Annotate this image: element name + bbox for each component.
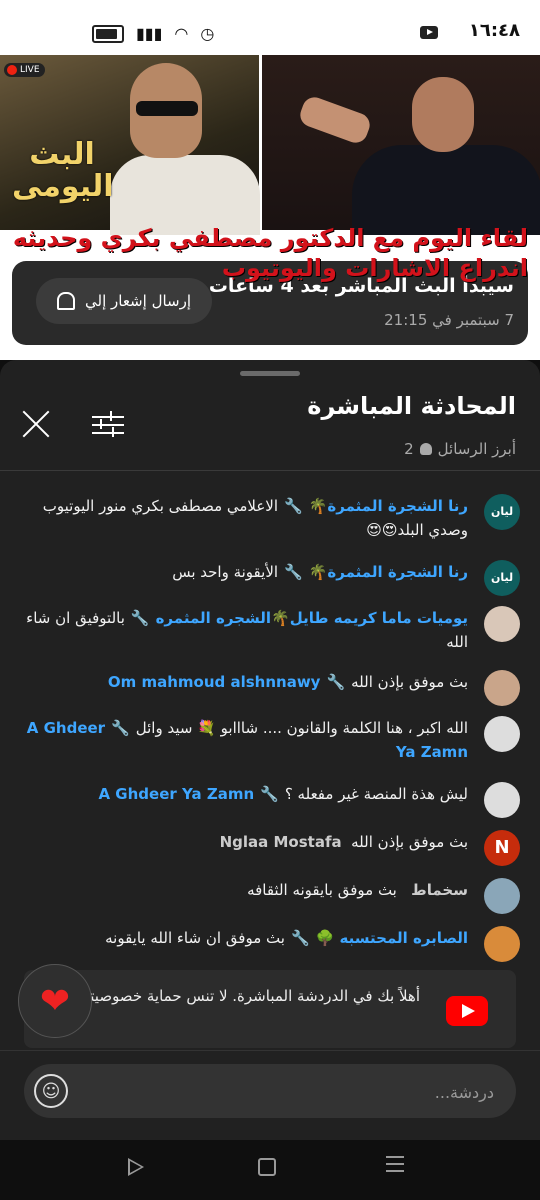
avatar[interactable]: ليان <box>484 494 520 530</box>
video-player[interactable]: البث اليومى LIVE لقاء اليوم مع الدكتور م… <box>0 55 540 360</box>
close-icon[interactable] <box>20 408 52 440</box>
chat-text: بث موفق بإذن الله <box>351 673 468 691</box>
chat-filter-label: أبرز الرسائل <box>437 440 516 458</box>
wrench-icon: 🔧 <box>130 609 150 627</box>
show-logo: البث اليومى <box>12 137 114 204</box>
divider <box>0 1050 540 1051</box>
avatar[interactable] <box>484 670 520 706</box>
chat-message: ليان رنا الشجرة المثمرة🌴 🔧 الأيقونة واحد ب… <box>14 560 520 596</box>
chat-text: ليش هذة المنصة غير مفعله ؟ <box>284 785 468 803</box>
status-bar: ▮▮▮ ◠ ◷ ١٦:٤٨ <box>0 0 540 55</box>
live-badge: LIVE <box>4 63 45 77</box>
chat-text: بث موفق بايقونه الثقافه <box>247 881 397 899</box>
youtube-logo-icon <box>446 996 488 1026</box>
bell-icon <box>57 292 75 310</box>
chat-message-list[interactable]: ليان رنا الشجرة المثمرة🌴🔧الاعلامي مصطفى … <box>0 472 540 962</box>
chat-message: ليان رنا الشجرة المثمرة🌴🔧الاعلامي مصطفى … <box>14 494 520 542</box>
avatar[interactable] <box>484 716 520 752</box>
wrench-icon: 🔧 <box>284 497 303 515</box>
heart-icon: ❤ <box>39 980 71 1022</box>
host-suit <box>352 145 540 235</box>
chat-message: سخماط بث موفق بايقونه الثقافه <box>14 878 520 914</box>
chat-message: ليش هذة المنصة غير مفعله ؟ 🔧 A Ghdeer Ya Z… <box>14 782 520 818</box>
avatar[interactable]: ليان <box>484 560 520 596</box>
live-chat-panel: المحادثة المباشرة أبرز الرسائل 2 ليان رن… <box>0 360 540 1200</box>
divider <box>0 470 540 471</box>
notify-me-button[interactable]: إرسال إشعار إلي <box>36 278 212 324</box>
video-frame-left: البث اليومى LIVE <box>0 55 260 235</box>
chat-message: يوميات ماما كريمه طايل🌴الشجره المثمره🔧با… <box>14 606 520 654</box>
chat-author[interactable]: رنا الشجرة المثمرة🌴 <box>309 497 468 515</box>
signal-icon: ▮▮▮ <box>136 24 163 43</box>
chat-author[interactable]: يوميات ماما كريمه طايل🌴الشجره المثمره <box>156 609 468 627</box>
system-nav-bar <box>0 1140 540 1200</box>
chat-author[interactable]: سخماط <box>411 881 468 899</box>
chat-message: بث موفق بإذن الله 🔧 Om mahmoud alshnnawy <box>14 670 520 706</box>
notify-button-label: إرسال إشعار إلي <box>85 292 192 310</box>
chat-author[interactable]: الصابره المحتسبه 🌳 <box>316 929 468 947</box>
upcoming-stream-date: 7 سبتمبر في 21:15 <box>384 311 514 329</box>
video-overlay-title: لقاء اليوم مع الدكتور مصطفي بكري وحديثه … <box>12 224 528 282</box>
emoji-icon[interactable]: ☺ <box>34 1074 68 1108</box>
host-head <box>412 77 474 152</box>
chat-text: الأيقونة واحد بس <box>172 563 279 581</box>
chat-title: المحادثة المباشرة <box>307 392 516 420</box>
chat-author[interactable]: Nglaa Mostafa <box>220 833 342 851</box>
welcome-banner: أهلاً بك في الدردشة المباشرة. لا تنس حما… <box>24 970 516 1048</box>
chat-author[interactable]: Om mahmoud alshnnawy <box>108 673 321 691</box>
drag-handle[interactable] <box>240 371 300 376</box>
status-time: ١٦:٤٨ <box>468 20 520 41</box>
avatar[interactable] <box>484 606 520 642</box>
chat-message: الصابره المحتسبه 🌳 🔧 بث موفق ان شاء الله ي… <box>14 926 520 962</box>
wrench-icon: 🔧 <box>326 673 346 691</box>
avatar[interactable] <box>484 926 520 962</box>
host-arm <box>296 93 374 147</box>
home-icon[interactable] <box>258 1158 276 1176</box>
chat-filter[interactable]: أبرز الرسائل 2 <box>404 440 516 458</box>
avatar[interactable]: N <box>484 830 520 866</box>
chat-text: الله اكبر ، هنا الكلمة والقانون .... شاا… <box>135 719 468 737</box>
wifi-icon: ◠ <box>174 24 189 43</box>
heart-reaction-button[interactable]: ❤ <box>18 964 92 1038</box>
chat-message: الله اكبر ، هنا الكلمة والقانون .... شاا… <box>14 716 520 764</box>
back-icon[interactable] <box>128 1158 144 1176</box>
battery-icon <box>92 24 124 43</box>
alarm-icon: ◷ <box>200 24 215 43</box>
viewer-count: 2 <box>404 440 414 458</box>
chat-input[interactable] <box>92 1064 496 1120</box>
recent-apps-icon[interactable] <box>386 1156 404 1177</box>
chat-input-box[interactable]: ☺ <box>24 1064 516 1120</box>
video-frame-right <box>262 55 540 235</box>
chat-text: بث موفق ان شاء الله يايقونه <box>105 929 285 947</box>
guest-sunglasses <box>136 101 198 116</box>
youtube-notification-icon <box>420 26 438 39</box>
person-icon <box>419 443 432 455</box>
chat-author[interactable]: A Ghdeer Ya Zamn <box>98 785 254 803</box>
chat-author[interactable]: رنا الشجرة المثمرة🌴 <box>309 563 468 581</box>
wrench-icon: 🔧 <box>260 785 279 803</box>
avatar[interactable] <box>484 782 520 818</box>
chat-text: بث موفق بإذن الله <box>351 833 468 851</box>
chat-message: N بث موفق بإذن الله Nglaa Mostafa <box>14 830 520 866</box>
wrench-icon: 🔧 <box>111 719 130 737</box>
wrench-icon: 🔧 <box>284 563 303 581</box>
status-icons: ▮▮▮ ◠ ◷ <box>92 24 214 43</box>
avatar[interactable] <box>484 878 520 914</box>
filter-settings-icon[interactable] <box>92 410 124 438</box>
wrench-icon: 🔧 <box>290 929 310 947</box>
